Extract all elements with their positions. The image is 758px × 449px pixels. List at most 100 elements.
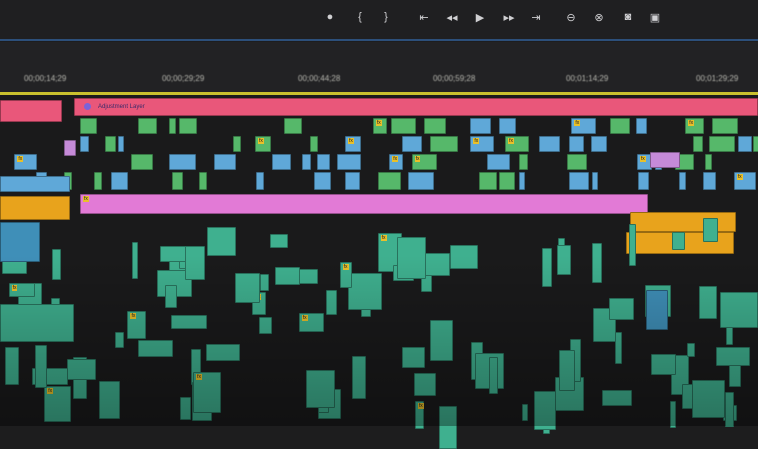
timeline-clip[interactable] [401, 136, 423, 152]
timeline-clip[interactable] [131, 241, 138, 280]
timeline-clip[interactable] [271, 154, 292, 170]
timeline-clip[interactable] [628, 223, 636, 266]
timeline-clip[interactable] [498, 118, 516, 134]
timeline-clip[interactable]: fx [733, 172, 757, 190]
timeline-clip[interactable]: fx [414, 400, 424, 430]
timeline-clip[interactable] [568, 136, 585, 152]
step-forward-icon[interactable]: ▸▸ [501, 11, 517, 24]
timeline-clip[interactable]: fx [470, 136, 494, 152]
timeline-clip[interactable] [522, 404, 529, 421]
timeline-clip[interactable] [591, 136, 608, 152]
comparison-icon[interactable]: ▣ [647, 11, 663, 24]
timeline-clip[interactable]: fx [372, 118, 387, 134]
timeline-clip[interactable] [609, 118, 630, 134]
timeline-clip[interactable] [301, 154, 311, 170]
time-ruler[interactable] [0, 42, 758, 92]
timeline-clip[interactable] [449, 244, 479, 269]
timeline-clip[interactable] [306, 370, 335, 409]
timeline-clip[interactable] [591, 172, 599, 190]
timeline-clip[interactable]: fx [685, 118, 705, 134]
timeline-clip[interactable] [80, 118, 97, 134]
timeline-clip[interactable] [131, 154, 154, 170]
marker-icon[interactable]: ● [322, 11, 338, 23]
timeline-clip[interactable] [137, 118, 157, 134]
timeline-clip[interactable] [258, 317, 272, 335]
timeline-clip[interactable] [255, 172, 264, 190]
timeline-clip[interactable] [423, 118, 447, 134]
timeline-clip[interactable]: fx [80, 194, 648, 214]
timeline-clip[interactable] [269, 234, 289, 249]
timeline-clip[interactable] [408, 172, 435, 190]
timeline-clip[interactable]: fx [8, 282, 36, 298]
timeline-clip[interactable] [352, 355, 367, 400]
timeline-clip[interactable] [67, 359, 96, 380]
timeline-clip[interactable]: fx [344, 136, 361, 152]
timeline-clip[interactable] [753, 136, 758, 152]
timeline-clip[interactable]: fx [571, 118, 597, 134]
adjustment-layer-clip[interactable] [0, 100, 62, 122]
timeline-clip[interactable] [34, 344, 48, 389]
extract-icon[interactable]: ⊗ [591, 11, 607, 24]
timeline-clip[interactable] [469, 118, 491, 134]
timeline-clip[interactable] [337, 154, 362, 170]
timeline-clip[interactable] [347, 273, 383, 311]
timeline-clip[interactable] [413, 372, 437, 396]
timeline-clip[interactable] [591, 243, 602, 283]
timeline-clip[interactable]: fx [193, 371, 222, 414]
timeline-clip[interactable] [110, 172, 128, 190]
timeline-clip[interactable] [114, 331, 125, 348]
timeline-clip[interactable] [728, 362, 741, 387]
timeline-clip[interactable]: fx [44, 385, 71, 422]
timeline-clip[interactable] [602, 390, 633, 407]
timeline-clip[interactable] [326, 289, 337, 315]
in-point-icon[interactable]: { [352, 11, 368, 23]
timeline-clip[interactable] [646, 290, 668, 330]
timeline-clip[interactable] [316, 154, 330, 170]
timeline-clip[interactable] [105, 136, 117, 152]
timeline-clip[interactable] [704, 154, 713, 170]
timeline-clip[interactable] [533, 390, 556, 430]
timeline-clip[interactable] [614, 332, 622, 365]
timeline-clip[interactable] [519, 172, 526, 190]
timeline-clip[interactable] [542, 248, 553, 287]
timeline-clip[interactable] [344, 172, 361, 190]
timeline-clip[interactable] [310, 136, 319, 152]
timeline-clip[interactable] [566, 154, 588, 170]
timeline-clip[interactable] [638, 172, 650, 190]
timeline-clip[interactable] [651, 353, 677, 375]
timeline-clip[interactable] [686, 343, 696, 358]
timeline-clip[interactable] [693, 136, 704, 152]
timeline-clip[interactable] [609, 298, 635, 320]
go-to-out-icon[interactable]: ⇥ [528, 11, 544, 24]
timeline-clip[interactable] [377, 172, 402, 190]
timeline-clip[interactable] [165, 284, 178, 309]
timeline-clip[interactable] [171, 314, 207, 330]
timeline-clip[interactable]: fx [505, 136, 530, 152]
timeline-clip[interactable] [715, 346, 750, 367]
timeline-clip[interactable] [691, 379, 725, 418]
timeline-clip[interactable] [712, 118, 738, 134]
step-back-icon[interactable]: ◂◂ [444, 11, 460, 24]
timeline-clip[interactable] [650, 152, 680, 168]
go-to-in-icon[interactable]: ⇤ [416, 11, 432, 24]
lift-icon[interactable]: ⊖ [563, 11, 579, 24]
timeline-clip[interactable] [402, 346, 425, 368]
timeline-clip[interactable] [430, 136, 458, 152]
timeline-clip[interactable] [0, 196, 70, 220]
timeline-clip[interactable] [169, 154, 196, 170]
timeline-clip[interactable] [117, 136, 125, 152]
timeline-clip[interactable] [679, 172, 686, 190]
timeline-clip[interactable] [702, 218, 719, 242]
timeline-clip[interactable] [438, 406, 458, 449]
timeline-clip[interactable]: fx [255, 136, 271, 152]
timeline-clip[interactable] [0, 304, 74, 342]
timeline-clip[interactable] [699, 285, 718, 320]
timeline-clip[interactable] [518, 154, 529, 170]
timeline-clip[interactable] [557, 245, 571, 275]
timeline-clip[interactable] [558, 350, 576, 391]
timeline-clip[interactable]: fx [14, 154, 37, 170]
timeline-clip[interactable] [206, 344, 241, 362]
timeline-clip[interactable] [259, 273, 270, 292]
timeline-clip[interactable] [486, 154, 511, 170]
timeline-clip[interactable] [669, 401, 676, 428]
